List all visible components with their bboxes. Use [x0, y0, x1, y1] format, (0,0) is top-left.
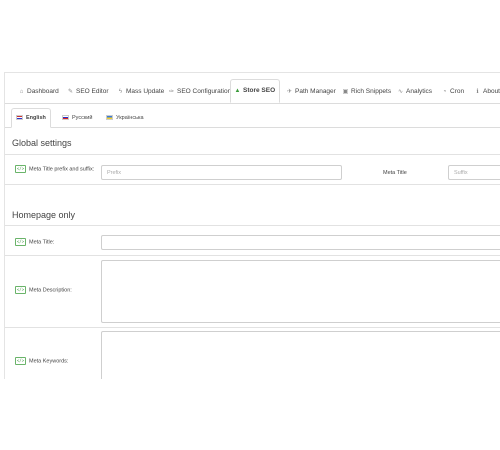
divider [5, 154, 500, 155]
meta-title-label: </> Meta Title: [15, 238, 54, 247]
tab-label: Dashboard [27, 88, 59, 95]
tab-label: Mass Update [126, 88, 165, 95]
tab-label: Store SEO [243, 87, 276, 94]
language-label: Русский [72, 115, 93, 121]
meta-description-label: </> Meta Description: [15, 286, 72, 295]
code-icon: </> [15, 286, 26, 294]
meta-description-textarea[interactable] [101, 260, 500, 323]
russia-flag-icon [62, 115, 69, 121]
tab-about[interactable]: ℹ About [471, 82, 500, 102]
label-text: Meta Title prefix and suffix: [29, 166, 95, 173]
divider [5, 327, 500, 328]
tab-label: Path Manager [295, 88, 336, 95]
language-label: Українська [116, 115, 144, 121]
ukraine-flag-icon [106, 115, 113, 121]
language-label: English [26, 115, 46, 121]
tab-store-seo[interactable]: ▲ Store SEO [230, 79, 280, 103]
tab-label: Analytics [406, 88, 433, 95]
dashboard-icon: ⌂ [19, 89, 24, 95]
chart-icon: ▲ [234, 88, 241, 94]
tab-analytics[interactable]: ∿ Analytics [394, 82, 432, 102]
meta-title-prefix-suffix-label: </> Meta Title prefix and suffix: [15, 165, 95, 174]
tab-label: SEO Configuration [177, 88, 232, 95]
tab-mass-update[interactable]: ϟ Mass Update [114, 82, 164, 102]
language-tab-ukrainian[interactable]: Українська [102, 110, 148, 127]
wrench-icon: ✑ [168, 89, 175, 95]
meta-title-prefix-input[interactable]: Prefix [101, 165, 342, 180]
tab-seo-configuration[interactable]: ✑ SEO Configuration [165, 82, 231, 102]
meta-keywords-label: </> Meta Keywords: [15, 357, 68, 366]
tab-label: About [483, 88, 500, 95]
tab-label: SEO Editor [76, 88, 109, 95]
label-text: Meta Keywords: [29, 358, 69, 365]
snippets-icon: ▣ [342, 89, 349, 95]
label-text: Meta Title: [29, 239, 55, 246]
language-tab-russian[interactable]: Русский [58, 110, 96, 127]
meta-title-input[interactable] [101, 235, 500, 250]
tab-label: Rich Snippets [351, 88, 392, 95]
global-settings-heading: Global settings [12, 138, 72, 148]
tab-path-manager[interactable]: ✈ Path Manager [283, 82, 336, 102]
divider [5, 255, 500, 256]
info-icon: ℹ [476, 89, 479, 95]
analytics-icon: ∿ [397, 89, 404, 95]
divider [5, 184, 500, 185]
code-icon: </> [15, 238, 26, 246]
code-icon: </> [15, 357, 26, 365]
plane-icon: ✈ [286, 89, 293, 95]
divider [5, 225, 500, 226]
tab-label: Cron [450, 88, 465, 95]
tab-rich-snippets[interactable]: ▣ Rich Snippets [339, 82, 391, 102]
tab-dashboard[interactable]: ⌂ Dashboard [15, 82, 59, 102]
cron-icon: ◔ [442, 89, 447, 95]
meta-title-mid-label: Meta Title [383, 170, 407, 176]
language-tab-english[interactable]: English [11, 108, 51, 128]
uk-flag-icon [16, 115, 23, 121]
main-tabs: ⌂ Dashboard ✎ SEO Editor ϟ Mass Update ✑ SEO… [5, 79, 500, 104]
label-text: Meta Description: [29, 287, 72, 294]
code-icon: </> [15, 165, 26, 173]
language-tabs: English Русский Українська [5, 107, 500, 128]
flash-icon: ϟ [118, 89, 123, 95]
meta-title-suffix-input[interactable]: Suffix [448, 165, 500, 180]
meta-keywords-textarea[interactable] [101, 331, 500, 379]
homepage-only-heading: Homepage only [12, 210, 76, 220]
tab-cron[interactable]: ◔ Cron [438, 82, 464, 102]
store-seo-panel: ⌂ Dashboard ✎ SEO Editor ϟ Mass Update ✑ SEO… [4, 72, 500, 379]
edit-icon: ✎ [67, 89, 74, 95]
tab-seo-editor[interactable]: ✎ SEO Editor [64, 82, 109, 102]
